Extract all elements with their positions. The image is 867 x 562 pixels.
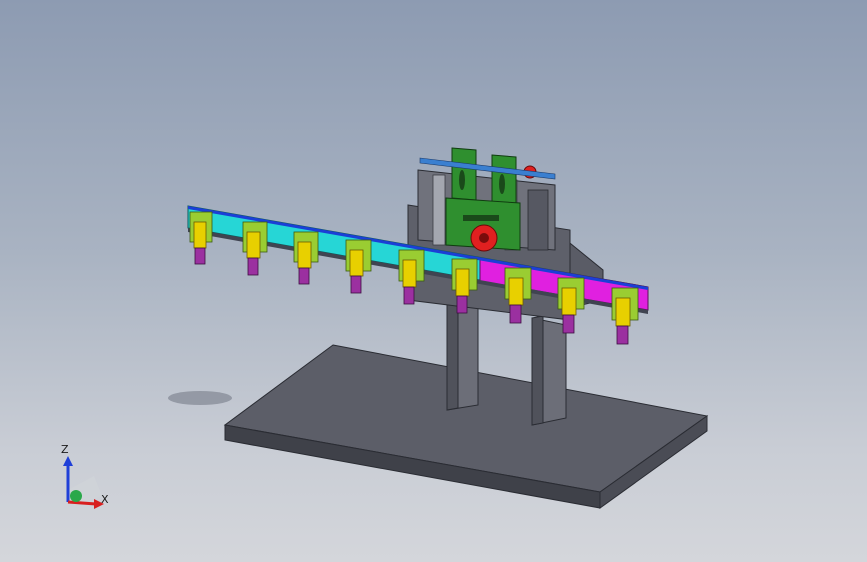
gripper-2[interactable]: [242, 221, 268, 276]
gripper-1[interactable]: [189, 211, 213, 265]
stand-leg-left[interactable]: [446, 297, 479, 411]
triad-x-label: X: [101, 493, 109, 506]
ground-shadow: [168, 391, 232, 405]
stand-leg-right[interactable]: [531, 315, 567, 426]
triad-x-axis: [67, 500, 97, 506]
graphics-viewport[interactable]: Z X: [0, 0, 867, 562]
gripper-9[interactable]: [611, 287, 639, 345]
cad-model[interactable]: [0, 0, 867, 562]
triad-z-label: Z: [61, 443, 69, 456]
gripper-4[interactable]: [345, 239, 372, 294]
triad-z-arrow: [63, 456, 73, 466]
gripper-3[interactable]: [293, 231, 319, 285]
triad-y-axis: [70, 490, 82, 502]
